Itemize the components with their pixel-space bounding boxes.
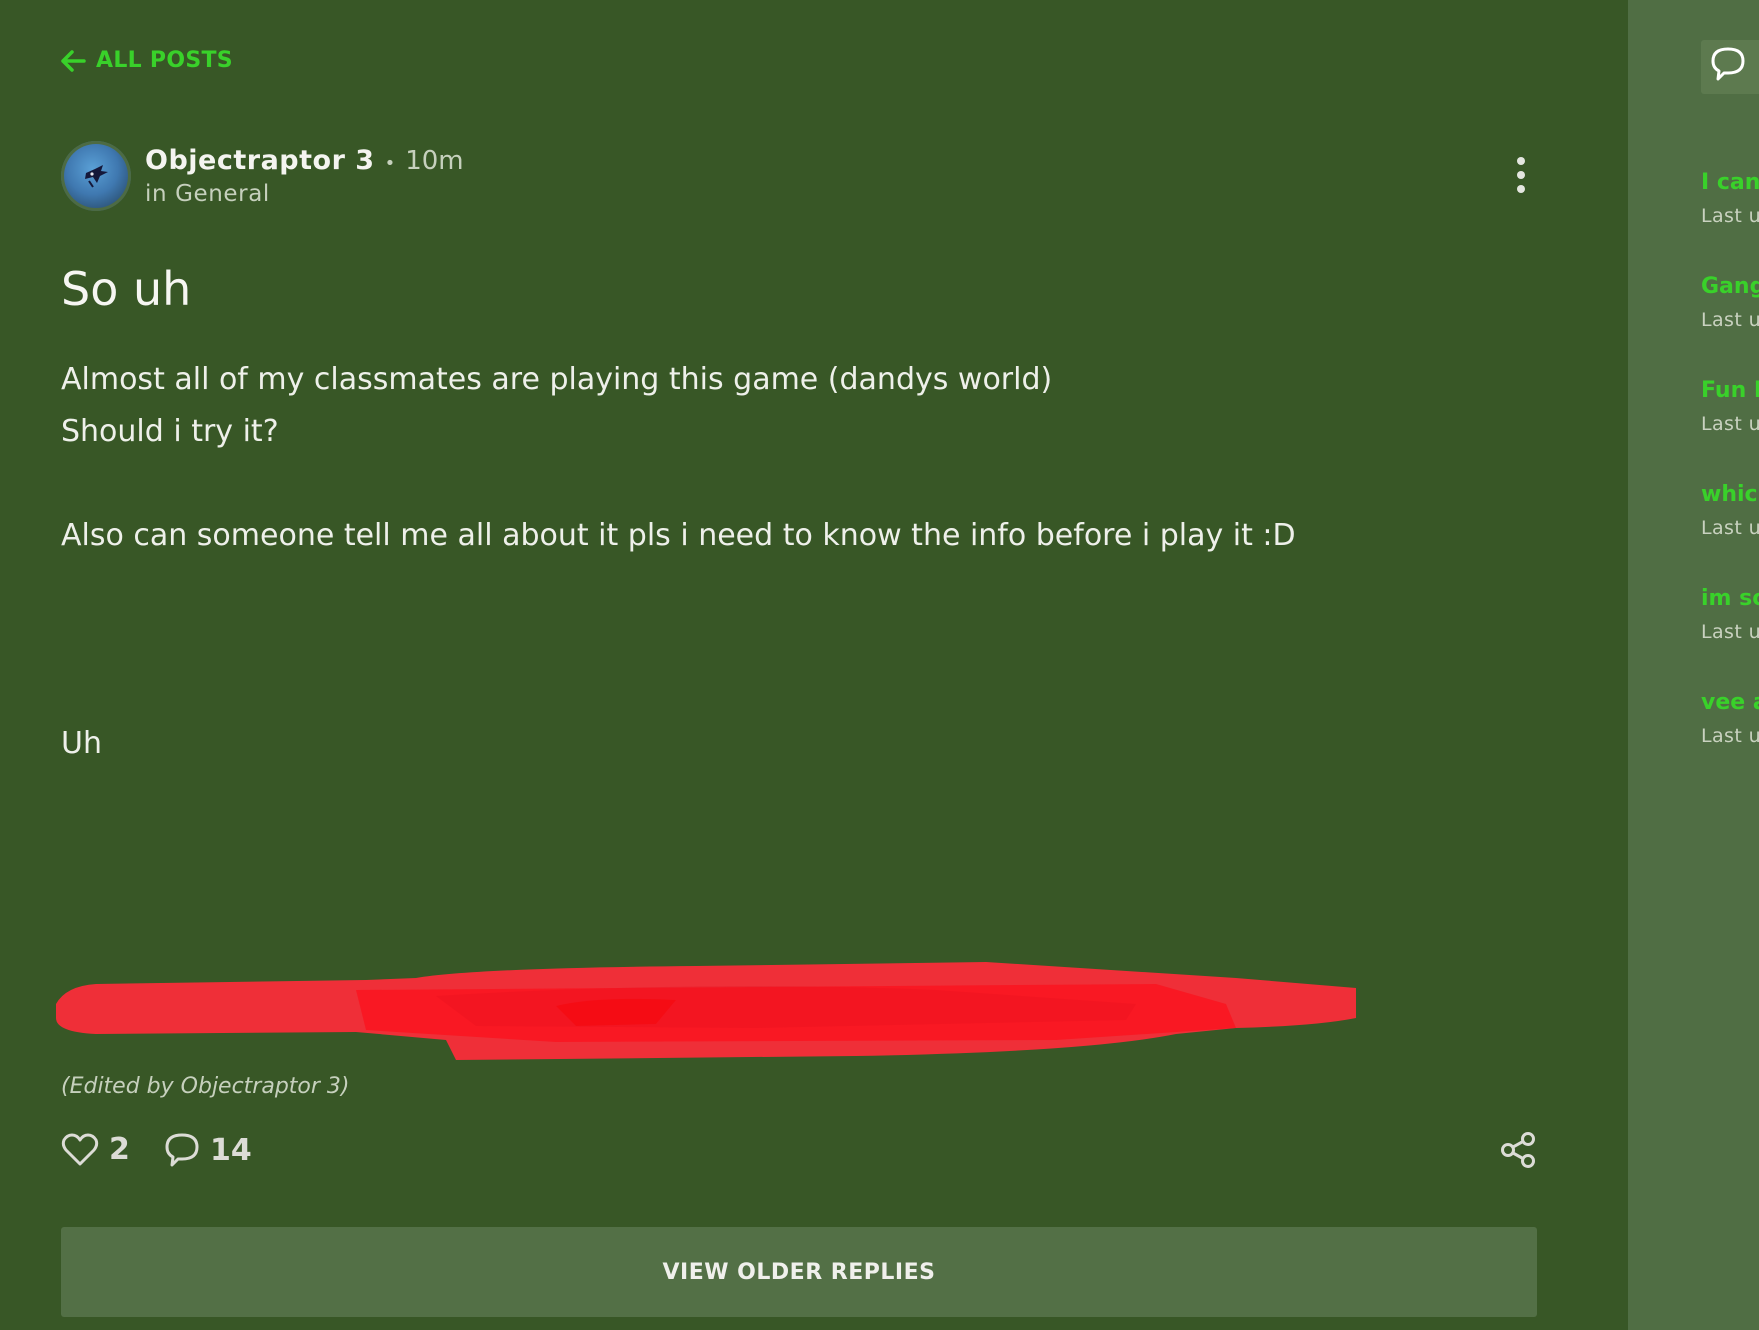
post-title: So uh (61, 262, 192, 316)
post-actions: 2 14 (61, 1132, 1537, 1176)
post-body-line: Also can someone tell me all about it pl… (61, 518, 1296, 553)
all-posts-link[interactable]: ALL POSTS (60, 48, 233, 73)
related-post-meta: Last u (1701, 725, 1759, 747)
post-time: 10m (405, 146, 464, 176)
redaction-scribble (56, 962, 1356, 1060)
post-body-line: Almost all of my classmates are playing … (61, 362, 1053, 397)
share-icon (1501, 1132, 1535, 1168)
more-vertical-icon (1517, 157, 1525, 193)
related-post-title: Fun F (1701, 378, 1759, 403)
post-page: ALL POSTS Objectraptor 3 • 10m in Genera… (0, 0, 1628, 1330)
comment-icon (165, 1133, 199, 1167)
related-post-item[interactable]: im so Last u (1701, 586, 1759, 643)
like-button[interactable]: 2 (61, 1132, 130, 1167)
related-post-meta: Last u (1701, 309, 1759, 331)
related-post-meta: Last u (1701, 205, 1759, 227)
related-post-meta: Last u (1701, 621, 1759, 643)
related-post-title: im so (1701, 586, 1759, 611)
related-post-item[interactable]: vee a Last u (1701, 690, 1759, 747)
share-button[interactable] (1499, 1132, 1537, 1168)
meta-separator: • (384, 153, 396, 174)
arrow-left-icon (61, 49, 86, 72)
related-post-title: vee a (1701, 690, 1759, 715)
all-posts-label: ALL POSTS (96, 48, 233, 73)
related-post-item[interactable]: Gang Last u (1701, 274, 1759, 331)
like-count: 2 (109, 1132, 130, 1167)
related-post-item[interactable]: I can Last u (1701, 170, 1759, 227)
related-posts-sidebar: I can Last u Gang Last u Fun F Last u wh… (1628, 0, 1759, 1330)
related-post-title: Gang (1701, 274, 1759, 299)
comment-count: 14 (210, 1132, 252, 1168)
related-post-item[interactable]: Fun F Last u (1701, 378, 1759, 435)
author-name[interactable]: Objectraptor 3 (145, 145, 375, 176)
related-post-item[interactable]: whic Last u (1701, 482, 1759, 539)
heart-icon (61, 1133, 99, 1165)
more-options-button[interactable] (1507, 155, 1535, 195)
avatar-image (85, 165, 108, 188)
post-body-line: Uh (61, 726, 102, 761)
author-line: Objectraptor 3 • 10m (145, 145, 464, 176)
comment-button[interactable]: 14 (164, 1132, 252, 1168)
comment-icon (1711, 47, 1745, 81)
edited-note: (Edited by Objectraptor 3) (61, 1074, 350, 1099)
related-post-title: I can (1701, 170, 1759, 195)
related-post-meta: Last u (1701, 413, 1759, 435)
avatar[interactable] (61, 141, 131, 211)
post-category[interactable]: in General (145, 181, 270, 207)
post-body-line: Should i try it? (61, 414, 279, 449)
related-post-meta: Last u (1701, 517, 1759, 539)
post-header: Objectraptor 3 • 10m in General (61, 141, 1535, 213)
view-older-replies-button[interactable]: VIEW OLDER REPLIES (61, 1227, 1537, 1317)
related-post-title: whic (1701, 482, 1758, 507)
